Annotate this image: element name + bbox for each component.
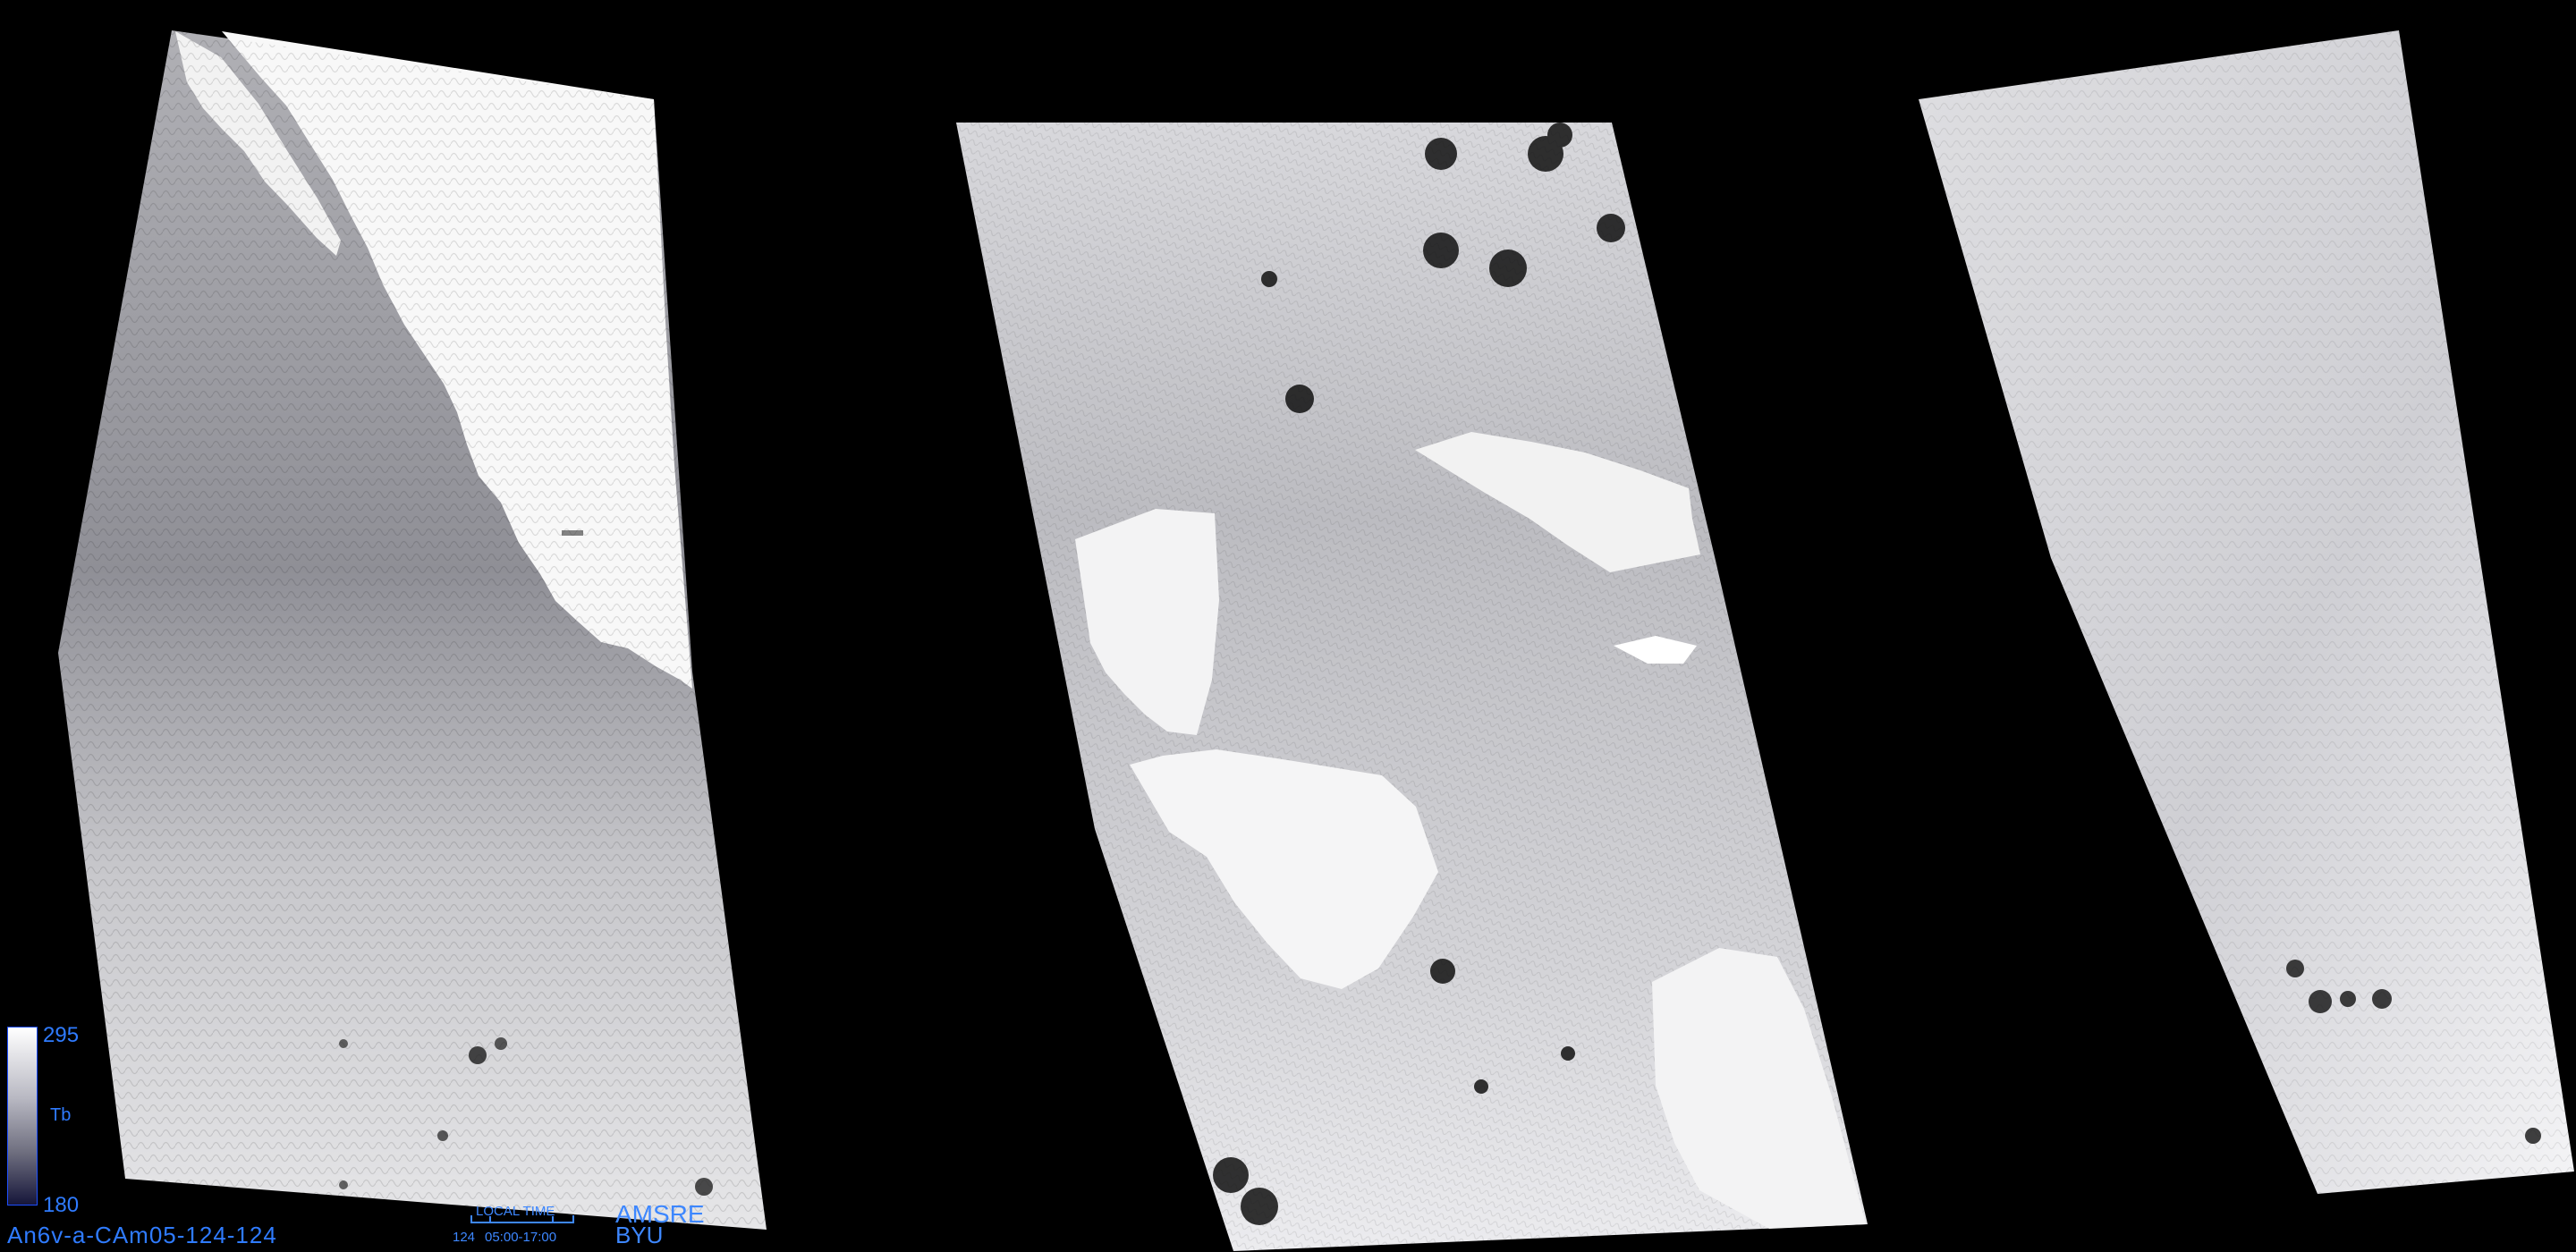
- storm-cell: [1489, 250, 1527, 287]
- storm-cell: [2340, 991, 2356, 1007]
- middle-swath: [956, 123, 1868, 1251]
- storm-cell: [1425, 138, 1457, 170]
- storm-cell: [339, 1039, 348, 1048]
- colorbar: [7, 1027, 38, 1205]
- left-swath-texture: [58, 30, 767, 1230]
- storm-cell: [339, 1180, 348, 1189]
- left-swath: [58, 30, 767, 1230]
- file-name-label: An6v-a-CAm05-124-124: [7, 1222, 277, 1248]
- island-feature: [562, 530, 583, 536]
- storm-cell: [2286, 960, 2304, 977]
- storm-cell: [1213, 1157, 1249, 1193]
- storm-cell: [1261, 271, 1277, 287]
- colorbar-max-label: 295: [43, 1023, 80, 1047]
- organization-label: BYU: [615, 1222, 664, 1248]
- storm-cell: [2372, 989, 2392, 1009]
- storm-cell: [2309, 990, 2332, 1013]
- storm-cell: [2525, 1128, 2541, 1144]
- storm-cell: [1423, 233, 1459, 268]
- storm-cell: [1547, 123, 1572, 148]
- storm-cell: [1285, 385, 1314, 413]
- colorbar-variable-label: Tb: [50, 1105, 72, 1125]
- storm-cell: [1430, 959, 1455, 984]
- storm-cell: [495, 1037, 507, 1050]
- storm-cell: [1561, 1046, 1575, 1061]
- storm-cell: [1241, 1188, 1278, 1225]
- colorbar-min-label: 180: [43, 1193, 80, 1217]
- local-time-mid-ticks: [489, 1216, 554, 1222]
- storm-cell: [469, 1046, 487, 1064]
- time-range-label: 05:00-17:00: [485, 1230, 557, 1245]
- right-swath: [1919, 30, 2574, 1194]
- storm-cell: [1597, 214, 1625, 242]
- satellite-image-scene: [58, 30, 2574, 1251]
- storm-cell: [437, 1130, 448, 1141]
- right-swath-texture: [1919, 30, 2574, 1194]
- storm-cell: [695, 1178, 713, 1196]
- storm-cell: [1474, 1079, 1488, 1094]
- day-of-year-label: 124: [453, 1230, 476, 1245]
- colorbar-panel: 295 Tb 180: [7, 1023, 88, 1216]
